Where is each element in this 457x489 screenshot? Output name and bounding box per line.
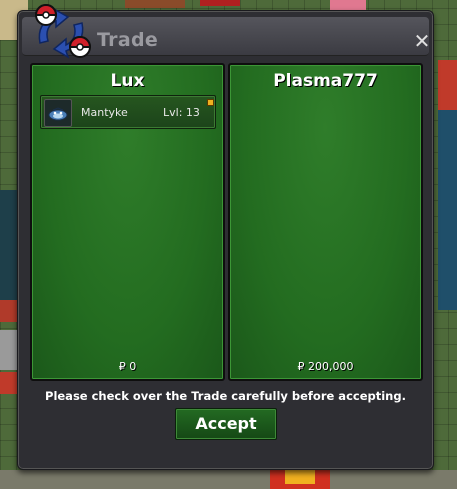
world-tile [0, 372, 18, 394]
left-money-amount: ₽ 0 [118, 360, 137, 373]
right-offer-panel: Plasma777 ₽ 200,000 [228, 63, 423, 381]
close-icon[interactable]: ✕ [412, 31, 432, 51]
trade-notice: Please check over the Trade carefully be… [45, 389, 406, 403]
world-tile [438, 60, 457, 110]
accept-button[interactable]: Accept [175, 408, 277, 440]
world-tile [330, 0, 366, 10]
world-tile [0, 190, 18, 300]
right-player-name: Plasma777 [273, 71, 378, 91]
offered-pokemon-slot[interactable]: Mantyke Lvl: 13 [40, 95, 216, 129]
left-offer-panel: Lux Mantyke Lvl: 13 ₽ 0 [30, 63, 225, 381]
held-item-marker-icon [207, 99, 214, 106]
world-tile [200, 0, 240, 6]
world-tile [0, 470, 457, 489]
trade-window: Trade ✕ Lux Mantyke Lvl: 13 ₽ 0 Plasma77… [17, 4, 434, 470]
pokemon-name: Mantyke [81, 106, 128, 119]
mantyke-icon [44, 99, 72, 127]
world-tile [285, 470, 315, 484]
window-title: Trade [97, 29, 159, 51]
left-player-name: Lux [110, 71, 145, 91]
world-tile [438, 110, 457, 310]
world-tile [125, 0, 185, 8]
world-tile [0, 330, 18, 370]
pokemon-level: Lvl: 13 [163, 106, 200, 119]
right-money-amount: ₽ 200,000 [297, 360, 354, 373]
world-tile [0, 300, 18, 322]
trade-logo-icon [34, 4, 92, 59]
